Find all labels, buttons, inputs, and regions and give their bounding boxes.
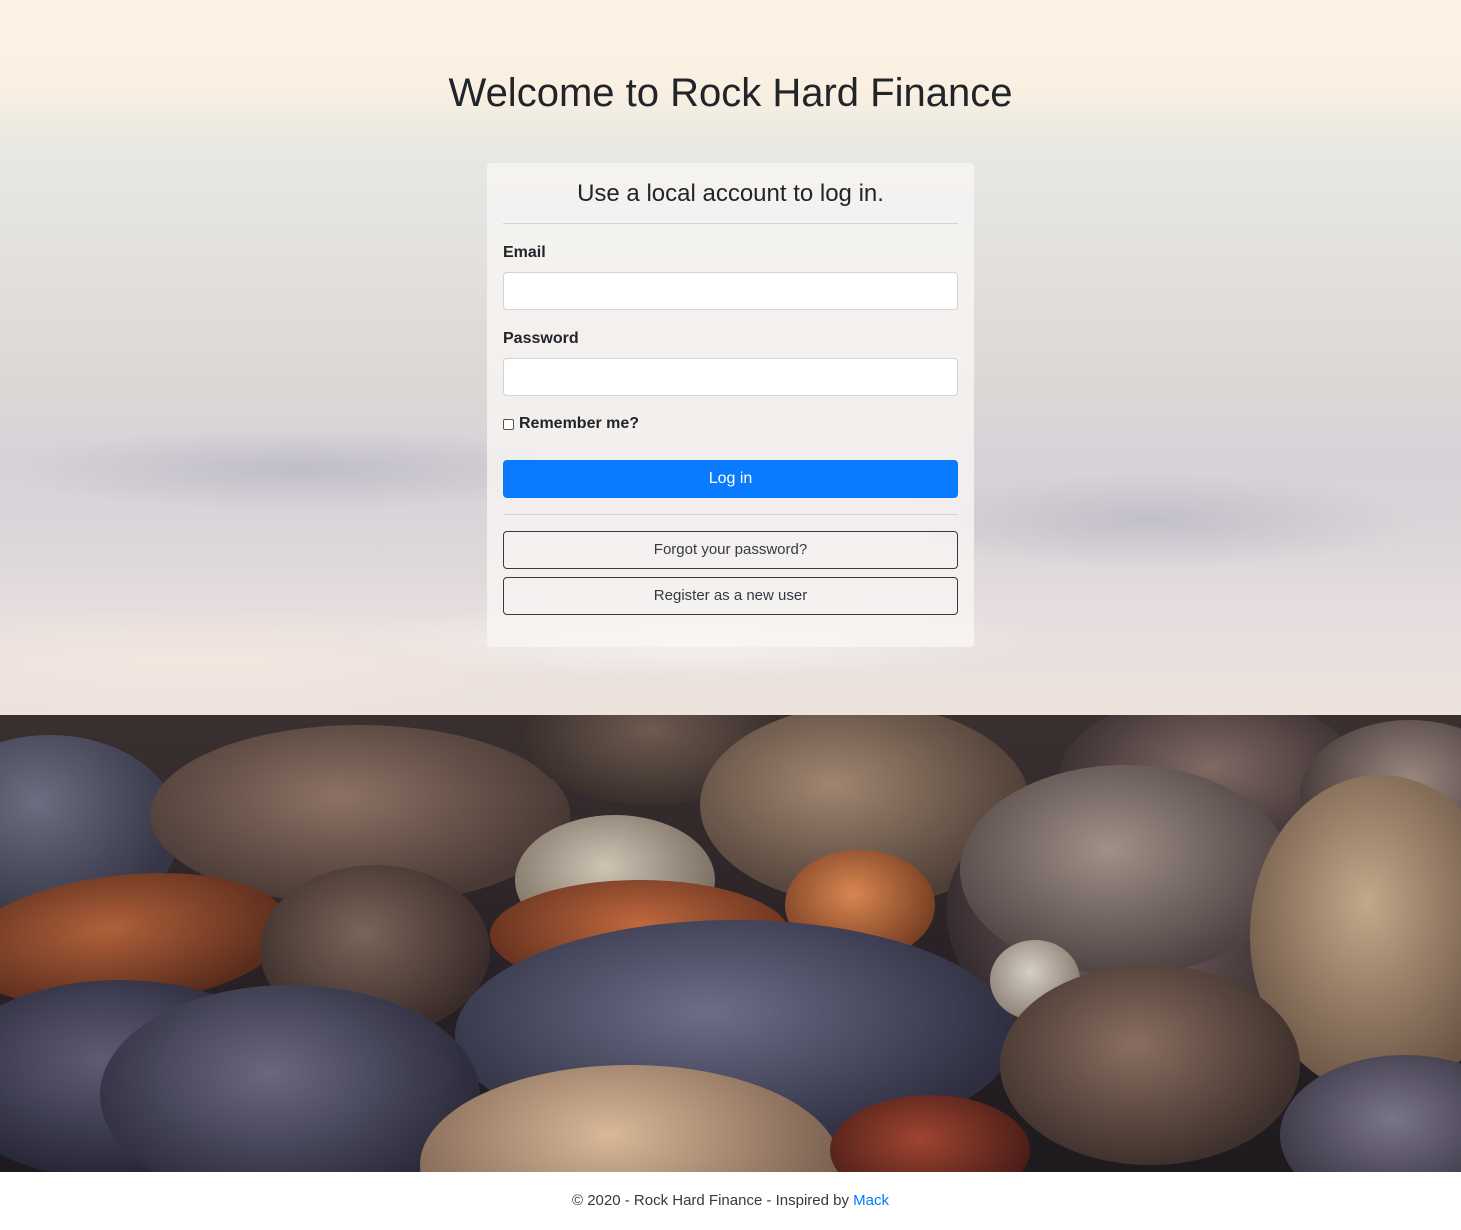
page-title: Welcome to Rock Hard Finance	[448, 71, 1013, 115]
email-field[interactable]	[503, 272, 958, 310]
register-button[interactable]: Register as a new user	[503, 577, 958, 615]
password-label: Password	[503, 330, 579, 347]
buttons-divider	[503, 514, 958, 515]
login-card: Use a local account to log in. Email Pas…	[487, 163, 974, 647]
login-heading: Use a local account to log in.	[577, 180, 884, 207]
forgot-password-button[interactable]: Forgot your password?	[503, 531, 958, 569]
footer-author-link[interactable]: Mack	[853, 1192, 889, 1209]
email-label: Email	[503, 244, 546, 261]
pebble-stones-background	[0, 715, 1461, 1172]
footer-copyright: © 2020 - Rock Hard Finance - Inspired by	[571, 1192, 854, 1209]
remember-me-row[interactable]: Remember me?	[503, 416, 639, 432]
footer: © 2020 - Rock Hard Finance - Inspired by…	[0, 1172, 1461, 1225]
heading-divider	[503, 223, 958, 224]
remember-me-checkbox[interactable]	[503, 418, 514, 430]
login-button[interactable]: Log in	[503, 460, 958, 498]
remember-me-label[interactable]: Remember me?	[519, 416, 639, 432]
password-field[interactable]	[503, 358, 958, 396]
